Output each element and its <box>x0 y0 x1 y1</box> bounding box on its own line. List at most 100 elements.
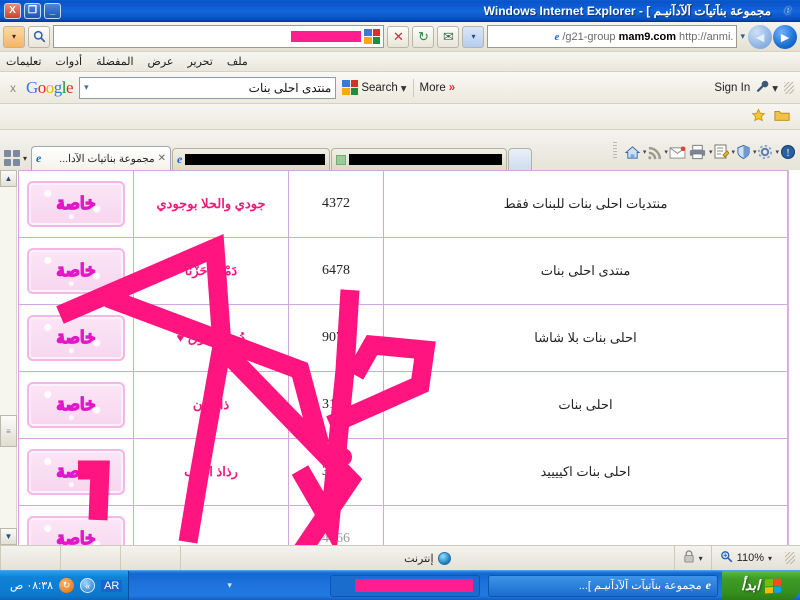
tab-redacted-2[interactable]: e <box>172 148 331 170</box>
menu-item-view[interactable]: عرض <box>148 55 174 68</box>
row-name[interactable]: دَمْعَة حَزْنا <box>133 237 289 305</box>
menu-item-favorites[interactable]: المفضلة <box>96 55 133 68</box>
update-icon[interactable]: ↻ <box>59 578 75 593</box>
row-name[interactable]: رذاذ الحب <box>133 438 289 506</box>
messenger-icon[interactable]: » <box>80 578 96 593</box>
page-favicon: e <box>554 30 560 43</box>
private-badge-icon[interactable]: خاصة <box>27 449 125 495</box>
scroll-down-button[interactable]: ▼ <box>0 528 17 545</box>
minimize-button[interactable]: _ <box>44 2 61 19</box>
page-caret-icon[interactable]: ▾ <box>709 148 713 156</box>
google-search-button[interactable]: Search ▾ <box>342 80 407 95</box>
private-badge-icon[interactable]: خاصة <box>27 315 125 361</box>
lock-icon <box>683 550 695 566</box>
google-search-input[interactable]: منتدى احلى بنات ▾ <box>79 76 337 99</box>
private-badge-icon[interactable]: خاصة <box>27 382 125 428</box>
safety-caret-icon[interactable]: ▾ <box>731 148 735 156</box>
google-toolbar: x Google منتدى احلى بنات ▾ Search ▾ More… <box>0 72 800 104</box>
google-settings-button[interactable]: ▾ <box>756 80 778 96</box>
status-pad-3 <box>0 546 60 570</box>
close-google-toolbar-icon[interactable]: x <box>6 81 20 95</box>
search-dropdown-caret-icon[interactable]: ▾ <box>401 81 407 95</box>
feeds-icon[interactable]: ▾ <box>643 145 663 160</box>
table-row[interactable]: منتدى احلى بنات 6478 دَمْعَة حَزْنا خاصة <box>18 237 788 305</box>
tab-list-caret-icon[interactable]: ▾ <box>23 154 27 163</box>
address-caret-icon[interactable]: ▾ <box>740 31 745 42</box>
tab-favicon: e <box>36 151 42 165</box>
zoom-control[interactable]: ▾ 110% <box>710 546 780 570</box>
table-row[interactable]: منتديات احلى بنات للبنات فقط 4372 جودي و… <box>18 170 788 238</box>
refresh-button[interactable]: ↻ <box>412 25 435 48</box>
tab-redacted-1[interactable] <box>331 148 508 170</box>
mail-caret-icon[interactable]: ▾ <box>664 148 668 156</box>
protected-mode-caret-icon[interactable]: ▾ <box>699 554 703 563</box>
restore-button[interactable]: ❐ <box>24 2 41 19</box>
stop-button[interactable]: ✕ <box>387 25 410 48</box>
table-row[interactable]: 4066 خاصة <box>18 505 788 545</box>
start-button[interactable]: ابدأ <box>722 570 800 600</box>
toolbar-grip[interactable] <box>784 81 795 94</box>
row-count: 4066 <box>288 505 384 545</box>
safety-icon[interactable]: ▾ <box>731 144 751 160</box>
close-button[interactable]: X <box>4 2 21 19</box>
menu-item-help[interactable]: تعليمات <box>6 55 41 68</box>
help-icon[interactable]: ▾ ! <box>775 144 796 160</box>
favorites-folder-icon[interactable] <box>774 108 790 125</box>
quick-tabs-icon[interactable] <box>4 150 20 166</box>
security-zone-cell[interactable]: إنترنت <box>180 546 674 570</box>
command-bar-grip[interactable] <box>612 142 617 160</box>
scroll-up-button[interactable]: ▲ <box>0 170 17 187</box>
feeds-caret-icon[interactable]: ▾ <box>643 148 647 156</box>
forward-button[interactable]: ► <box>773 24 797 49</box>
row-badge-cell: خاصة <box>18 371 134 439</box>
private-badge-icon[interactable]: خاصة <box>27 516 125 545</box>
row-name[interactable]: ذا مون <box>133 371 289 439</box>
taskbar-overflow-caret-icon[interactable]: ▾ <box>223 580 232 591</box>
resize-grip-icon[interactable] <box>785 552 795 564</box>
find-dropdown-button[interactable]: ▾ <box>3 25 25 48</box>
find-search-icon[interactable] <box>28 25 50 48</box>
google-signin-button[interactable]: Sign In <box>714 82 750 94</box>
back-button[interactable]: ◄ <box>748 24 772 49</box>
find-input[interactable] <box>53 25 385 48</box>
google-more-button[interactable]: More » <box>420 82 456 94</box>
signin-label: Sign In <box>714 81 751 94</box>
row-name[interactable]: جودي والحلا بوجودي <box>133 170 289 238</box>
row-name[interactable]: دُمعة شَوق ♥ <box>133 304 289 372</box>
mail-icon[interactable]: ▾ <box>664 145 686 159</box>
menu-item-edit[interactable]: تحرير <box>187 55 212 68</box>
tools-caret-icon[interactable]: ▾ <box>753 148 757 156</box>
address-toolbar: ▾ ✕ ↻ ✉ ▾ e /g21-group mam9.com http://a… <box>0 22 800 52</box>
address-history-button[interactable]: ▾ <box>462 25 485 48</box>
private-badge-icon[interactable]: خاصة <box>27 181 125 227</box>
language-indicator[interactable]: AR <box>101 579 123 592</box>
table-row[interactable]: احلى بنات اكييييد 3050 رذاذ الحب خاصة <box>18 438 788 506</box>
private-badge-icon[interactable]: خاصة <box>27 248 125 294</box>
home-icon[interactable] <box>624 145 641 160</box>
google-search-caret-icon[interactable]: ▾ <box>84 82 89 93</box>
table-row[interactable]: احلى بنات 3106 ذا مون خاصة <box>18 371 788 439</box>
taskbar-item-browser[interactable]: e مجموعة بنآتيآت آلآدآنيـم ]... <box>488 574 718 597</box>
row-name[interactable] <box>133 505 289 545</box>
vertical-scrollbar[interactable]: ▲ ≡ ▼ <box>0 170 17 545</box>
menu-item-tools[interactable]: أدوات <box>55 55 82 68</box>
row-desc: منتديات احلى بنات للبنات فقط <box>383 170 788 238</box>
help-caret-icon[interactable]: ▾ <box>775 148 779 156</box>
address-input[interactable]: e /g21-group mam9.com http://anmi. <box>487 25 738 48</box>
scroll-thumb[interactable]: ≡ <box>0 415 17 447</box>
taskbar-item-redacted[interactable] <box>330 574 480 597</box>
taskbar-clock[interactable]: ٠٨:٣٨ ص <box>10 579 53 592</box>
protected-mode-cell[interactable]: ▾ <box>673 546 711 570</box>
new-tab-button[interactable] <box>508 148 533 170</box>
page-icon[interactable]: ▾ <box>709 144 730 160</box>
menu-item-file[interactable]: ملف <box>227 55 248 68</box>
close-tab-icon[interactable]: ✕ <box>158 153 166 164</box>
print-icon[interactable] <box>688 144 707 160</box>
add-to-favorites-icon[interactable] <box>751 107 766 126</box>
tools-icon[interactable]: ▾ <box>753 144 774 160</box>
mail-button[interactable]: ✉ <box>437 25 460 48</box>
zoom-caret-icon[interactable]: ▾ <box>768 554 772 563</box>
settings-caret-icon[interactable]: ▾ <box>772 81 778 95</box>
table-row[interactable]: احلى بنات بلا شاشا 9070 دُمعة شَوق ♥ خاص… <box>18 304 788 372</box>
tab-active[interactable]: ✕ مجموعة بنآتيآت آلآدآ... e <box>31 146 172 170</box>
